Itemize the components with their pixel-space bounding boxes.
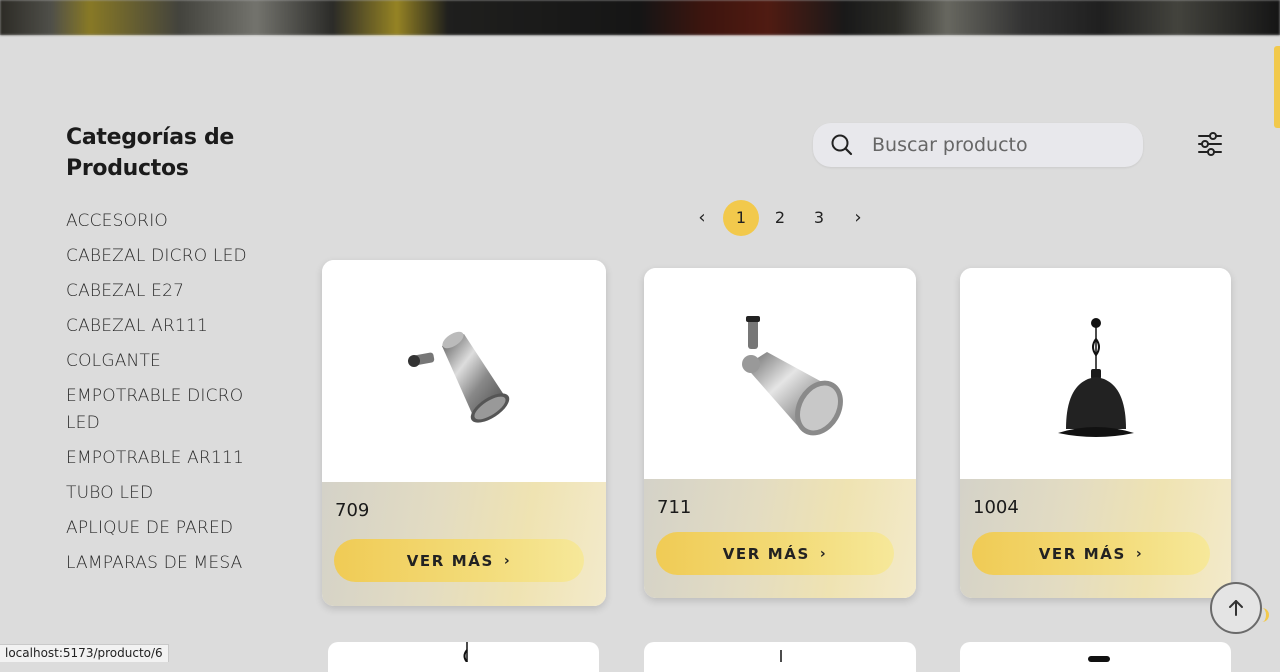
hero-overlay <box>0 0 1280 35</box>
page-button[interactable]: 3 <box>801 200 837 236</box>
page-button[interactable]: 1 <box>723 199 759 236</box>
product-card[interactable]: 1004 VER MÁS › <box>960 268 1231 598</box>
product-card[interactable] <box>644 642 916 672</box>
search-icon <box>831 134 853 156</box>
prev-page-button[interactable]: ‹ <box>684 200 720 236</box>
product-card[interactable] <box>328 642 599 672</box>
search-bar <box>813 123 1143 167</box>
chevron-right-icon: › <box>819 545 828 562</box>
pendant-lamp-icon <box>1088 656 1110 662</box>
pendant-lamp-icon <box>463 642 468 662</box>
product-card[interactable] <box>960 642 1231 672</box>
category-item[interactable]: LAMPARAS DE MESA <box>66 550 286 577</box>
chrome-spotlight-icon <box>408 331 510 423</box>
ver-mas-label: VER MÁS <box>1038 544 1126 563</box>
product-footer: 709 VER MÁS › <box>322 482 606 606</box>
arrow-up-icon <box>1229 600 1243 616</box>
category-item[interactable]: CABEZAL DICRO LED <box>66 243 286 270</box>
product-card[interactable]: 709 VER MÁS › <box>322 260 606 606</box>
product-code: 711 <box>657 497 692 518</box>
product-image <box>644 268 916 479</box>
product-footer: 711 VER MÁS › <box>644 479 916 598</box>
ver-mas-label: VER MÁS <box>406 551 494 570</box>
category-item[interactable]: CABEZAL AR111 <box>66 313 286 340</box>
pagination: ‹ 1 2 3 › <box>684 199 879 236</box>
status-url: localhost:5173/producto/6 <box>0 644 169 662</box>
ver-mas-button[interactable]: VER MÁS › <box>656 532 894 575</box>
category-item[interactable]: ACCESORIO <box>66 208 286 235</box>
back-to-top-button[interactable] <box>1210 582 1262 634</box>
scroll-progress-ring <box>1256 608 1269 622</box>
chevron-right-icon: › <box>1135 545 1144 562</box>
product-code: 709 <box>335 500 370 521</box>
scrollbar-thumb[interactable] <box>1274 46 1280 128</box>
category-item[interactable]: TUBO LED <box>66 480 286 507</box>
category-item[interactable]: APLIQUE DE PARED <box>66 515 286 542</box>
filter-button[interactable] <box>1196 130 1224 158</box>
category-item[interactable]: CABEZAL E27 <box>66 278 286 305</box>
page-button[interactable]: 2 <box>762 200 798 236</box>
pendant-lamp-icon <box>780 650 782 662</box>
category-sidebar: Categorías de Productos ACCESORIO CABEZA… <box>66 122 286 585</box>
sidebar-title: Categorías de Productos <box>66 125 235 181</box>
black-pendant-lamp-icon <box>1057 317 1134 437</box>
product-image <box>322 260 606 482</box>
ver-mas-label: VER MÁS <box>722 544 810 563</box>
product-card[interactable]: 711 VER MÁS › <box>644 268 916 598</box>
category-list: ACCESORIO CABEZAL DICRO LED CABEZAL E27 … <box>66 208 286 577</box>
category-item[interactable]: EMPOTRABLE DICRO LED <box>66 383 246 437</box>
category-item[interactable]: EMPOTRABLE AR111 <box>66 445 286 472</box>
next-page-button[interactable]: › <box>840 200 876 236</box>
ver-mas-button[interactable]: VER MÁS › <box>334 539 584 582</box>
product-image <box>960 268 1231 479</box>
category-item[interactable]: COLGANTE <box>66 348 286 375</box>
ver-mas-button[interactable]: VER MÁS › <box>972 532 1210 575</box>
chrome-cone-spotlight-icon <box>742 315 843 435</box>
sliders-icon <box>1198 132 1222 156</box>
search-input[interactable] <box>870 133 1124 157</box>
chevron-right-icon: › <box>503 552 512 569</box>
product-footer: 1004 VER MÁS › <box>960 479 1231 598</box>
product-code: 1004 <box>973 497 1019 518</box>
